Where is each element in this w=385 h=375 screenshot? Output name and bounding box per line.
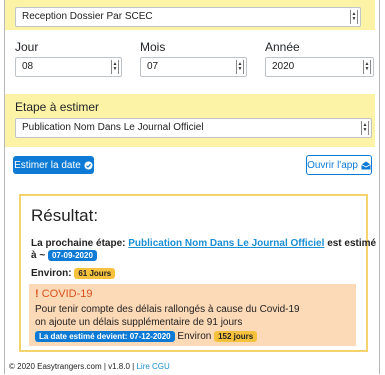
environ-days-badge: 61 Jours	[74, 268, 116, 279]
environ-label: Environ:	[31, 268, 72, 279]
covid-new-date-line: La date estimé devient: 07-12-2020 Envir…	[35, 331, 258, 342]
next-step-suffix: est estimé	[327, 238, 377, 249]
procedure-select[interactable]: Reception Dossier Par SCEC ▲ ▼	[15, 7, 361, 27]
covid-environ-days-badge: 152 jours	[214, 331, 258, 342]
month-label: Mois	[140, 40, 166, 54]
select-arrows-icon: ▲ ▼	[111, 60, 119, 74]
estimate-button-label: Estimer la date	[14, 159, 81, 171]
covid-alert-title: ! COVID-19	[35, 288, 92, 300]
select-arrows-icon: ▲ ▼	[361, 121, 369, 135]
covid-environ-label: Environ	[177, 331, 212, 342]
year-select[interactable]: 2020 ▲ ▼	[265, 57, 374, 77]
exclamation-icon: !	[35, 288, 39, 300]
step-label: Etape à estimer	[15, 100, 100, 114]
month-select-value: 07	[147, 61, 159, 72]
year-label: Année	[265, 40, 300, 54]
estimated-date-line: à ~ 07-09-2020	[31, 250, 97, 261]
covid-alert: ! COVID-19 Pour tenir compte des délais …	[29, 284, 356, 346]
year-select-value: 2020	[272, 61, 295, 72]
covid-line-1: Pour tenir compte des délais rallongés à…	[35, 304, 300, 315]
next-step-prefix: La prochaine étape:	[31, 238, 126, 249]
check-circle-icon	[84, 160, 93, 170]
next-step-line: La prochaine étape: Publication Nom Dans…	[31, 238, 376, 249]
footer: © 2020 Easytrangers.com | v1.8.0 | Lire …	[9, 362, 170, 371]
select-arrows-icon: ▲ ▼	[350, 10, 358, 24]
estimated-date-badge: 07-09-2020	[47, 250, 97, 261]
result-card: Résultat: La prochaine étape: Publicatio…	[19, 194, 376, 352]
month-select[interactable]: 07 ▲ ▼	[140, 57, 247, 77]
estimate-button[interactable]: Estimer la date	[13, 156, 94, 174]
next-step-link[interactable]: Publication Nom Dans Le Journal Officiel	[128, 238, 324, 249]
open-app-button[interactable]: Ouvrir l'app	[306, 155, 372, 175]
day-select-value: 08	[22, 61, 34, 72]
step-select[interactable]: Publication Nom Dans Le Journal Officiel…	[15, 118, 372, 138]
open-app-button-label: Ouvrir l'app	[307, 159, 358, 171]
procedure-select-value: Reception Dossier Par SCEC	[22, 11, 153, 22]
day-select[interactable]: 08 ▲ ▼	[15, 57, 122, 77]
approx-text: à ~	[31, 250, 46, 261]
result-title: Résultat:	[31, 206, 99, 225]
covid-line-2: on ajoute un délais supplémentaire de 91…	[35, 317, 243, 328]
environ-line: Environ: 61 Jours	[31, 268, 116, 279]
day-label: Jour	[15, 40, 39, 54]
envelope-open-icon	[361, 161, 371, 169]
cgu-link[interactable]: Lire CGU	[136, 362, 169, 371]
step-select-value: Publication Nom Dans Le Journal Officiel	[22, 122, 204, 133]
footer-copyright: © 2020 Easytrangers.com | v1.8.0 |	[9, 362, 135, 371]
new-date-badge: La date estimé devient: 07-12-2020	[35, 331, 175, 342]
select-arrows-icon: ▲ ▼	[236, 60, 244, 74]
covid-title-text: COVID-19	[41, 288, 93, 300]
select-arrows-icon: ▲ ▼	[363, 60, 371, 74]
